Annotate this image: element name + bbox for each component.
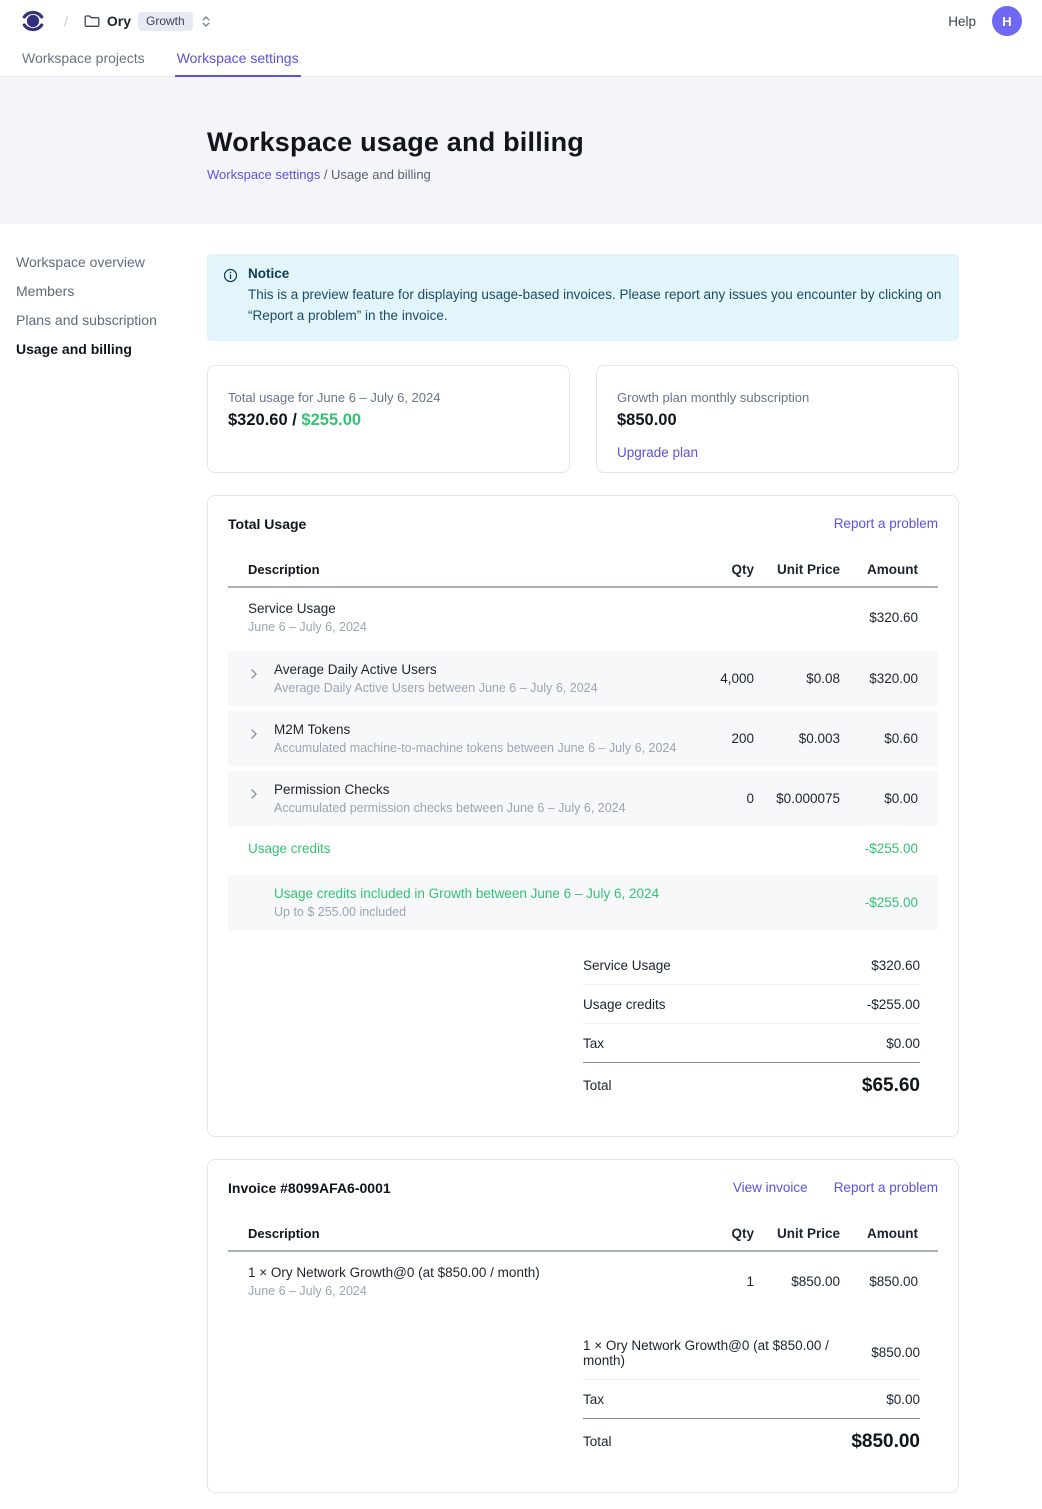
notice-body: This is a preview feature for displaying… [248,285,943,327]
workspace-tabbar: Workspace projects Workspace settings [0,42,1042,77]
ory-logo-icon[interactable] [20,8,46,34]
breadcrumb: Workspace settings / Usage and billing [207,167,1022,182]
chevron-updown-icon[interactable] [200,14,212,29]
main-content: Notice This is a preview feature for dis… [207,224,959,1509]
usage-totals: Service Usage $320.60 Usage credits -$25… [583,946,920,1108]
col-unit-price: Unit Price [754,562,840,577]
workspace-name: Ory [107,13,131,29]
usage-invoice-card: Total Usage Report a problem Description… [207,495,959,1137]
sidebar-item-members[interactable]: Members [16,283,197,311]
chevron-right-icon[interactable] [250,788,258,800]
table-row-usage-credits-detail: Usage credits included in Growth between… [228,875,938,930]
plan-badge: Growth [138,12,193,31]
breadcrumb-current: / Usage and billing [320,167,431,182]
tab-workspace-projects[interactable]: Workspace projects [20,42,147,77]
settings-sidebar: Workspace overview Members Plans and sub… [0,224,207,400]
usage-table: Description Qty Unit Price Amount Servic… [228,552,938,930]
upgrade-plan-link[interactable]: Upgrade plan [617,445,698,460]
table-row-usage-credits: Usage credits -$255.00 [228,826,938,870]
col-amount: Amount [840,1226,918,1241]
chevron-right-icon[interactable] [250,668,258,680]
sidebar-item-plans-subscription[interactable]: Plans and subscription [16,312,197,340]
folder-icon [84,14,100,28]
table-row-permission-checks[interactable]: Permission Checks Accumulated permission… [228,771,938,826]
subscription-card: Growth plan monthly subscription $850.00… [596,365,959,473]
usage-table-header: Description Qty Unit Price Amount [228,552,938,588]
info-icon [223,268,238,283]
invoice-totals: 1 × Ory Network Growth@0 (at $850.00 / m… [583,1326,920,1464]
table-row-service-usage: Service Usage June 6 – July 6, 2024 $320… [228,588,938,646]
subscription-value: $850.00 [617,411,938,430]
invoice-table: Description Qty Unit Price Amount 1 × Or… [228,1216,938,1310]
totals-row-tax: Tax $0.00 [583,1380,920,1419]
preview-notice: Notice This is a preview feature for dis… [207,254,959,341]
total-usage-label: Total usage for June 6 – July 6, 2024 [228,390,549,405]
totals-row-service-usage: Service Usage $320.60 [583,946,920,985]
breadcrumb-separator: / [64,13,68,29]
totals-row-total: Total $65.60 [583,1063,920,1108]
invoice-card: Invoice #8099AFA6-0001 View invoice Repo… [207,1159,959,1493]
breadcrumb-workspace-settings-link[interactable]: Workspace settings [207,167,320,182]
sidebar-item-workspace-overview[interactable]: Workspace overview [16,254,197,282]
table-row-daily-active-users[interactable]: Average Daily Active Users Average Daily… [228,651,938,706]
table-row-m2m-tokens[interactable]: M2M Tokens Accumulated machine-to-machin… [228,711,938,766]
user-avatar[interactable]: H [992,6,1022,36]
sidebar-item-usage-billing[interactable]: Usage and billing [16,341,197,369]
total-usage-value: $320.60 / $255.00 [228,411,549,430]
tab-workspace-settings[interactable]: Workspace settings [175,42,301,77]
subscription-label: Growth plan monthly subscription [617,390,938,405]
chevron-right-icon[interactable] [250,728,258,740]
col-description: Description [248,1226,684,1241]
table-row-growth-subscription: 1 × Ory Network Growth@0 (at $850.00 / m… [228,1252,938,1310]
page-header: Workspace usage and billing Workspace se… [0,77,1042,224]
top-bar: / Ory Growth Help H [0,0,1042,42]
col-amount: Amount [840,562,918,577]
workspace-switcher[interactable]: Ory Growth [84,12,212,31]
report-problem-link[interactable]: Report a problem [834,516,938,531]
usage-table-title: Total Usage [228,516,306,532]
col-unit-price: Unit Price [754,1226,840,1241]
col-qty: Qty [684,1226,754,1241]
invoice-title: Invoice #8099AFA6-0001 [228,1180,391,1196]
report-problem-link[interactable]: Report a problem [834,1180,938,1195]
help-link[interactable]: Help [948,14,976,29]
col-qty: Qty [684,562,754,577]
totals-row-usage-credits: Usage credits -$255.00 [583,985,920,1024]
totals-row-total: Total $850.00 [583,1419,920,1464]
totals-row-tax: Tax $0.00 [583,1024,920,1063]
totals-row-subscription: 1 × Ory Network Growth@0 (at $850.00 / m… [583,1326,920,1380]
page-title: Workspace usage and billing [207,127,1022,158]
usage-credit-value: $255.00 [301,411,361,429]
col-description: Description [248,562,684,577]
total-usage-card: Total usage for June 6 – July 6, 2024 $3… [207,365,570,473]
view-invoice-link[interactable]: View invoice [733,1180,808,1195]
invoice-table-header: Description Qty Unit Price Amount [228,1216,938,1252]
notice-title: Notice [248,266,943,281]
